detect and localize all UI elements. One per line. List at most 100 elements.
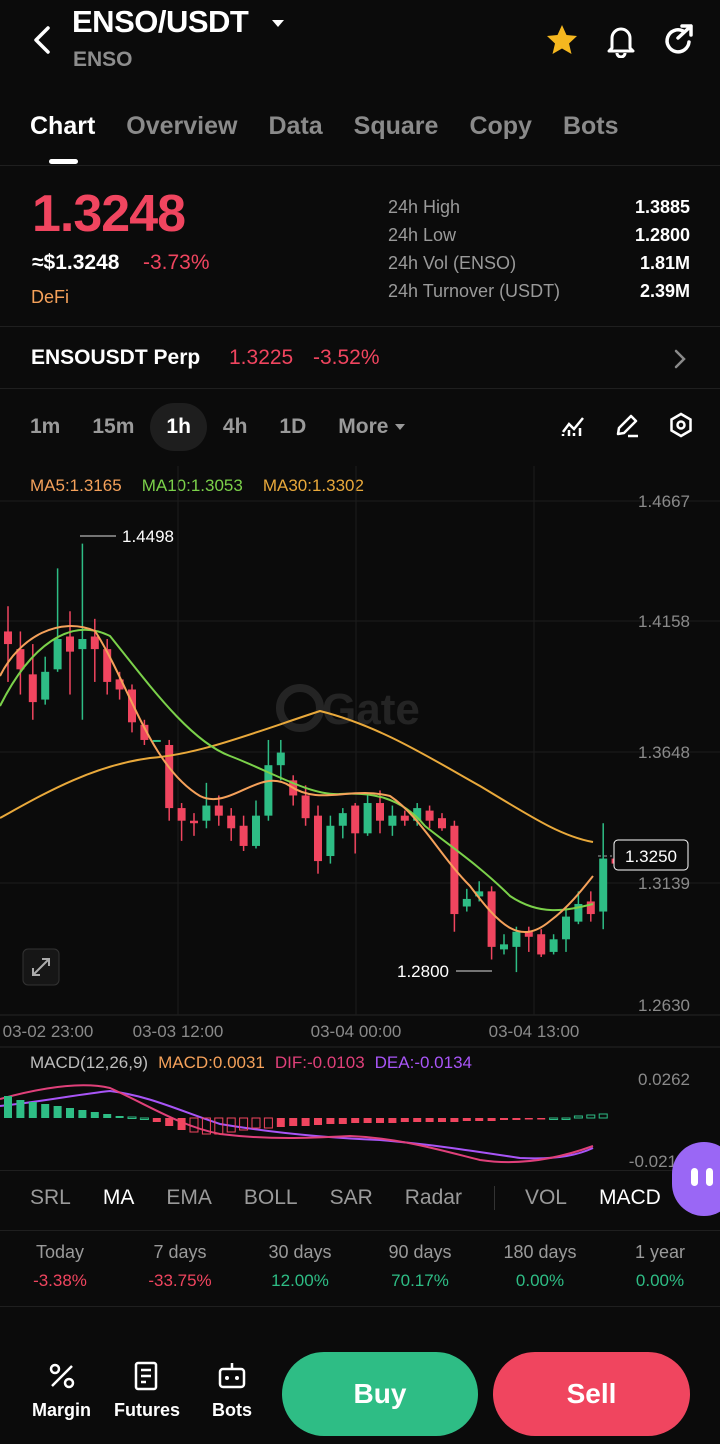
macd-bar <box>400 1118 409 1122</box>
perp-name[interactable]: ENSOUSDT Perp <box>31 346 200 370</box>
margin-button[interactable]: Margin <box>32 1360 91 1421</box>
perf-value: -3.38% <box>33 1271 87 1290</box>
stat-label: 24h Vol (ENSO) <box>388 252 517 273</box>
tab-overview[interactable]: Overview <box>126 112 237 141</box>
pair-dropdown-icon[interactable] <box>270 18 286 30</box>
ind-sar[interactable]: SAR <box>330 1186 373 1210</box>
macd-bar <box>28 1102 37 1118</box>
y-tick: 1.4667 <box>638 492 690 511</box>
ind-boll[interactable]: BOLL <box>244 1186 298 1210</box>
macd-legend: MACD(12,26,9) MACD:0.0031 DIF:-0.0103 DE… <box>30 1053 472 1073</box>
perp-change: -3.52% <box>313 346 380 369</box>
pair-subtitle: ENSO <box>73 48 133 71</box>
divider <box>0 165 720 166</box>
bots-button[interactable]: Bots <box>212 1360 252 1421</box>
last-price: 1.3248 <box>32 185 186 243</box>
macd-bar <box>438 1118 446 1122</box>
macd-bar <box>598 1113 608 1119</box>
macd-bar <box>338 1118 347 1124</box>
bell-icon[interactable] <box>604 22 638 58</box>
tab-copy[interactable]: Copy <box>469 112 532 141</box>
futures-button[interactable]: Futures <box>114 1360 180 1421</box>
low-annotation: 1.2800 <box>397 962 492 981</box>
interval-4h[interactable]: 4h <box>207 403 264 451</box>
candle-body <box>462 898 471 907</box>
pair-title[interactable]: ENSO/USDT <box>72 4 249 40</box>
ind-ma[interactable]: MA <box>103 1186 135 1210</box>
tab-data[interactable]: Data <box>268 112 322 141</box>
macd-bar <box>276 1118 285 1127</box>
macd-bar <box>561 1117 571 1120</box>
percent-icon <box>49 1363 74 1389</box>
macd-bar <box>90 1112 99 1118</box>
indicator-divider <box>493 1186 495 1210</box>
draw-pen-icon[interactable] <box>614 412 640 438</box>
robot-icon <box>218 1363 246 1389</box>
candle-body <box>177 808 186 821</box>
perf-value: -33.75% <box>148 1271 212 1290</box>
macd-bar <box>425 1118 434 1122</box>
candle-body <box>512 931 521 947</box>
interval-1m[interactable]: 1m <box>14 403 76 451</box>
ind-ema[interactable]: EMA <box>166 1186 212 1210</box>
chevron-right-icon[interactable] <box>672 347 688 371</box>
macd-bar <box>214 1117 224 1135</box>
stat-row: 24h Turnover (USDT) 2.39M <box>388 277 690 305</box>
indicator-icon[interactable] <box>560 412 586 438</box>
perf-value: 0.00% <box>635 1271 685 1290</box>
main-tabs: Chart Overview Data Square Copy Bots <box>30 112 619 141</box>
back-button[interactable] <box>28 22 58 58</box>
active-tab-indicator <box>49 159 78 164</box>
bots-label: Bots <box>212 1400 252 1420</box>
macd-bar <box>586 1114 596 1119</box>
candle-body <box>376 803 384 821</box>
ind-vol[interactable]: VOL <box>525 1186 567 1210</box>
macd-bar <box>41 1104 50 1118</box>
ind-macd[interactable]: MACD <box>599 1186 661 1210</box>
interval-1d[interactable]: 1D <box>263 403 322 451</box>
candle-body <box>227 815 236 829</box>
macd-bar <box>165 1118 174 1126</box>
perf-value: 12.00% <box>271 1271 329 1290</box>
tab-chart[interactable]: Chart <box>30 112 95 141</box>
perf-item: Today -3.38% <box>0 1242 120 1291</box>
candle-body <box>586 901 595 915</box>
favorite-star-icon[interactable] <box>544 22 580 58</box>
category-tag[interactable]: DeFi <box>31 287 69 308</box>
candle-body <box>66 636 74 652</box>
ind-srl[interactable]: SRL <box>30 1186 71 1210</box>
candle-body <box>214 805 223 816</box>
interval-1h[interactable]: 1h <box>150 403 207 451</box>
interval-more[interactable]: More <box>322 403 422 451</box>
interval-15m[interactable]: 15m <box>76 403 150 451</box>
perf-label: 180 days <box>503 1242 577 1262</box>
sell-button[interactable]: Sell <box>493 1352 690 1436</box>
tab-square[interactable]: Square <box>354 112 439 141</box>
candles <box>4 543 620 973</box>
macd-bar <box>351 1118 360 1123</box>
tab-bots[interactable]: Bots <box>563 112 619 141</box>
macd-value: MACD:0.0031 <box>158 1053 265 1072</box>
perf-value: 70.17% <box>391 1271 449 1290</box>
candle-body <box>90 636 99 650</box>
macd-bar <box>78 1110 87 1118</box>
macd-params: MACD(12,26,9) <box>30 1053 149 1072</box>
candle-body <box>500 944 508 950</box>
settings-icon[interactable] <box>668 412 694 438</box>
ind-radar[interactable]: Radar <box>405 1186 462 1210</box>
price-change: -3.73% <box>143 251 210 274</box>
y-tick: 1.4158 <box>638 612 690 631</box>
x-tick: 03-03 12:00 <box>133 1022 224 1041</box>
share-icon[interactable] <box>662 22 696 58</box>
fullscreen-button[interactable] <box>22 948 60 986</box>
chat-face-icon <box>691 1168 713 1186</box>
candle-body <box>252 815 260 846</box>
chat-assistant-button[interactable] <box>672 1142 720 1216</box>
buy-button[interactable]: Buy <box>282 1352 478 1436</box>
candle-body <box>351 805 360 834</box>
perf-item: 180 days 0.00% <box>480 1242 600 1291</box>
interval-more-label: More <box>338 415 389 438</box>
ma5-line <box>0 625 594 933</box>
stat-row: 24h Vol (ENSO) 1.81M <box>388 249 690 277</box>
macd-bar <box>462 1118 471 1121</box>
